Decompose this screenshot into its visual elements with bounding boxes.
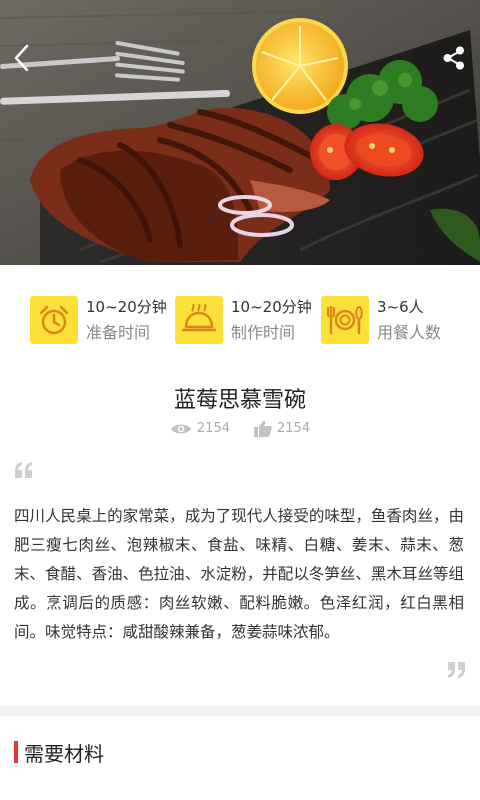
close-quote-icon [446, 662, 466, 682]
recipe-description: 四川人民桌上的家常菜，成为了现代人接受的味型，鱼香肉丝，由肥三瘦七肉丝、泡辣椒末… [14, 507, 464, 641]
alarm-clock-icon [30, 296, 78, 344]
section-title: 需要材料 [24, 741, 104, 766]
stat-servings: 3~6人 用餐人数 [321, 292, 441, 348]
open-quote-icon [14, 462, 34, 482]
ingredients-section-header: 需要材料 [14, 738, 104, 766]
eye-icon [170, 424, 191, 433]
stat-value: 10~20分钟 [231, 297, 312, 316]
chevron-left-icon [14, 44, 29, 72]
recipe-title: 蓝莓思慕雪碗 [173, 388, 306, 413]
like-count-value: 2154 [277, 421, 311, 436]
cutlery-plate-icon [321, 296, 369, 344]
stat-label: 用餐人数 [377, 322, 442, 342]
recipe-meta: 2154 2154 [0, 420, 480, 437]
stat-cook-time: 10~20分钟 制作时间 [175, 292, 312, 348]
stat-label: 制作时间 [231, 322, 296, 342]
back-button[interactable] [4, 40, 40, 76]
steak-photo [0, 0, 480, 265]
section-accent-bar [14, 741, 18, 763]
section-divider [0, 706, 480, 716]
view-count: 2154 [170, 421, 230, 436]
view-count-value: 2154 [196, 421, 230, 436]
thumbs-up-icon [254, 420, 272, 437]
stat-value: 10~20分钟 [86, 297, 167, 316]
recipe-stats: 10~20分钟 准备时间 10~20分钟 制作时间 3~6人 用餐人数 [0, 292, 480, 348]
cloche-icon [175, 296, 223, 344]
stat-value: 3~6人 [377, 297, 424, 316]
stat-label: 准备时间 [86, 322, 151, 342]
share-icon [443, 46, 464, 70]
hero-image [0, 0, 480, 265]
stat-prep-time: 10~20分钟 准备时间 [30, 292, 167, 348]
share-button[interactable] [436, 40, 472, 76]
like-count[interactable]: 2154 [254, 420, 310, 437]
